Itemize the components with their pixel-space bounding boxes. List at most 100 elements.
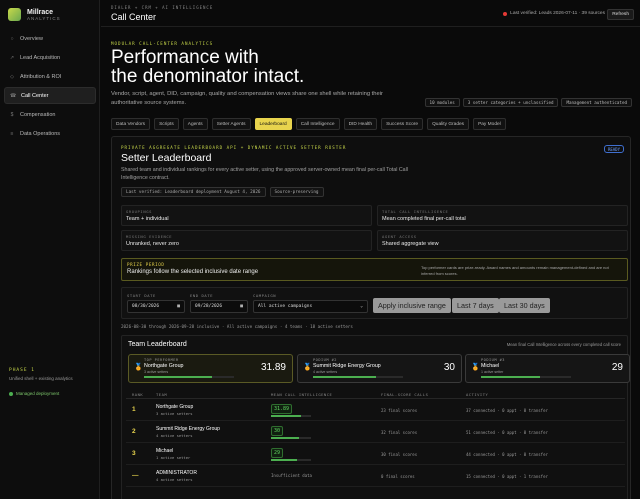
row-activity: 37 connected · 0 appt · 0 transfer <box>466 408 548 413</box>
sidebar-item-label: Call Center <box>21 92 49 99</box>
hero-title-line-1: Performance with <box>111 47 259 68</box>
tab-setter-agents[interactable]: Setter Agents <box>211 118 251 130</box>
podium-card-2[interactable]: 🏅 PODIUM #2 Summit Ridge Energy Group 4 … <box>297 354 462 383</box>
phase-label: PHASE 1 <box>9 368 35 373</box>
tab-quality-grades[interactable]: Quality Grades <box>427 118 470 130</box>
tab-agents[interactable]: Agents <box>182 118 208 130</box>
podium-score: 31.89 <box>260 362 286 373</box>
meta-agent-access: AGENT ACCESS Shared aggregate view <box>377 230 628 251</box>
col-rank: RANK <box>132 392 144 397</box>
sidebar-item-overview[interactable]: ○ Overview <box>4 30 96 47</box>
table-row[interactable]: 3 Michael 1 active setter 29 30 final sc… <box>126 443 625 465</box>
start-date-input[interactable]: 08/30/2026 ▦ <box>127 300 185 313</box>
row-score-fill <box>271 459 297 461</box>
podium-progress <box>313 376 403 378</box>
calendar-icon: ▦ <box>177 304 180 309</box>
sidebar-item-compensation[interactable]: $ Compensation <box>4 106 96 123</box>
meta-key: AGENT ACCESS <box>382 234 417 239</box>
meta-value: Team + individual <box>126 216 169 222</box>
refresh-button[interactable]: Refresh <box>607 9 634 20</box>
phase-desc: Unified shell + existing analytics <box>9 376 73 381</box>
meta-value: Mean completed final per-call total <box>382 216 466 222</box>
branch-icon: ◇ <box>10 73 14 80</box>
podium-card-1[interactable]: 🏅 TOP PERFORMER Northgate Group 3 active… <box>128 354 293 383</box>
last-7-days-button[interactable]: Last 7 days <box>452 298 499 313</box>
verified-label: Last verified: Leads 2026-07-11 · 39 sou… <box>510 11 605 16</box>
row-score-fill <box>271 437 299 439</box>
podium-progress <box>481 376 571 378</box>
brand[interactable]: Millrace ANALYTICS <box>8 8 61 21</box>
team-leaderboard: Team Leaderboard Mean final Call Intelli… <box>121 335 630 499</box>
top-header: DIALER + CRM + AI INTELLIGENCE Call Cent… <box>101 0 640 27</box>
meta-key: MISSING EVIDENCE <box>126 234 173 239</box>
tab-call-intelligence[interactable]: Call Intelligence <box>295 118 340 130</box>
start-date-label: START DATE <box>127 293 156 298</box>
row-calls: 23 final scores <box>381 408 418 413</box>
prize-period: PRIZE PERIOD Rankings follow the selecte… <box>121 258 628 281</box>
hero-eyebrow: MODULAR CALL-CENTER ANALYTICS <box>111 41 214 46</box>
last-30-days-button[interactable]: Last 30 days <box>499 298 550 313</box>
hero-title-line-2: the denominator intact. <box>111 66 305 87</box>
podium-progress-fill <box>144 376 212 378</box>
col-activity: ACTIVITY <box>466 392 489 397</box>
tab-scripts[interactable]: Scripts <box>154 118 179 130</box>
podium-sub: 3 active setters <box>144 370 169 374</box>
grid-icon: ○ <box>10 35 14 42</box>
sidebar-item-data-operations[interactable]: ≡ Data Operations <box>4 125 96 142</box>
badge-setter-categories: 3 setter categories + unclassified <box>462 98 559 107</box>
meta-value: Shared aggregate view <box>382 241 439 247</box>
table-row[interactable]: — ADMINISTRATOR 4 active setters Insuffi… <box>126 465 625 487</box>
row-score-fill <box>271 415 301 417</box>
sidebar-item-call-center[interactable]: ☎ Call Center <box>4 87 96 104</box>
row-insufficient: Insufficient data <box>271 473 312 478</box>
tab-pay-model[interactable]: Pay Model <box>473 118 506 130</box>
tab-data-vendors[interactable]: Data Vendors <box>111 118 151 130</box>
table-header: RANK TEAM MEAN CALL INTELLIGENCE FINAL-S… <box>126 388 625 399</box>
verified-status: Last verified: Leads 2026-07-11 · 39 sou… <box>503 11 605 16</box>
hero-title: Performance with the denominator intact. <box>111 48 411 86</box>
sidebar-item-label: Overview <box>20 35 43 42</box>
campaign-label: CAMPAIGN <box>253 293 277 298</box>
campaign-select[interactable]: All active campaigns ⌄ <box>253 300 368 313</box>
row-score-bar <box>271 415 311 417</box>
podium-name: Michael <box>481 363 500 369</box>
end-date-label: END DATE <box>190 293 214 298</box>
panel-title: Setter Leaderboard <box>121 152 212 164</box>
dollar-icon: $ <box>10 111 14 118</box>
managed-status: Managed deployment <box>9 391 59 396</box>
table-row[interactable]: 1 Northgate Group 3 active setters 31.89… <box>126 399 625 421</box>
row-team-sub: 1 active setter <box>156 455 191 460</box>
brand-logo-icon <box>8 8 21 21</box>
sidebar-item-lead-acquisition[interactable]: ↗ Lead Acquisition <box>4 49 96 66</box>
table-row[interactable]: 2 Summit Ridge Energy Group 4 active set… <box>126 421 625 443</box>
row-team-name: ADMINISTRATOR <box>156 470 197 476</box>
end-date-input[interactable]: 09/28/2026 ▦ <box>190 300 248 313</box>
apply-range-button[interactable]: Apply inclusive range <box>373 298 451 313</box>
leaderboard-panel: PRIVATE AGGREGATE LEADERBOARD API + DYNA… <box>111 136 631 499</box>
meta-groupings: GROUPINGS Team + individual <box>121 205 372 226</box>
sidebar-item-label: Compensation <box>20 111 56 118</box>
row-rank: 2 <box>132 428 136 435</box>
row-team-sub: 4 active setters <box>156 433 193 438</box>
podium-label: PODIUM #3 <box>481 358 505 362</box>
hero-description: Vendor, script, agent, DID, campaign, qu… <box>111 91 383 106</box>
campaign-value: All active campaigns <box>258 304 313 309</box>
row-activity: 15 connected · 0 appt · 1 transfer <box>466 474 548 479</box>
podium-card-3[interactable]: 🏅 PODIUM #3 Michael 1 active setter 29 <box>465 354 630 383</box>
tab-did-health[interactable]: DID Health <box>343 118 378 130</box>
tab-success-score[interactable]: Success Score <box>381 118 424 130</box>
row-calls: 0 final scores <box>381 474 415 479</box>
row-activity: 51 connected · 0 appt · 0 transfer <box>466 430 548 435</box>
sidebar-item-label: Data Operations <box>20 130 61 137</box>
brand-name: Millrace <box>27 8 54 16</box>
breadcrumb: DIALER + CRM + AI INTELLIGENCE <box>111 5 214 10</box>
row-team-sub: 4 active setters <box>156 477 193 482</box>
filter-summary: 2026-08-30 through 2026-09-28 inclusive … <box>121 324 353 329</box>
sidebar-item-attribution[interactable]: ◇ Attribution & ROI <box>4 68 96 85</box>
phase-info: PHASE 1 Unified shell + existing analyti… <box>9 368 73 381</box>
row-score: 29 <box>271 448 284 458</box>
start-date-value: 08/30/2026 <box>132 304 160 309</box>
chip-last-verified: Last verified: Leaderboard deployment Au… <box>121 187 266 197</box>
meta-key: GROUPINGS <box>126 209 152 214</box>
tab-leaderboard[interactable]: Leaderboard <box>254 118 292 130</box>
